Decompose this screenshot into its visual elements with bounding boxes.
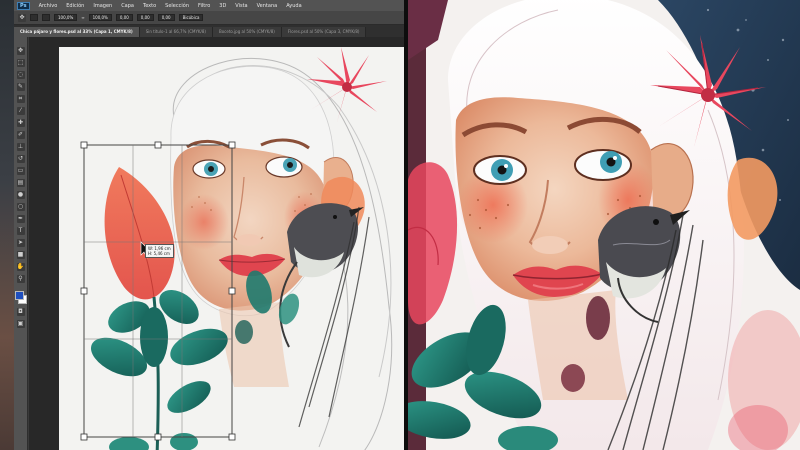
vertical-skew-field[interactable]: 0,00: [157, 14, 175, 21]
tab-flores[interactable]: Flores.psd al 50% (Capa 3, CMYK/8): [281, 27, 367, 37]
width-field[interactable]: 100,0%: [54, 14, 78, 21]
brush-tool-icon[interactable]: ✐: [16, 131, 25, 139]
angle-field[interactable]: 0,00: [115, 14, 133, 21]
zoom-tool-icon[interactable]: ⚲: [16, 275, 25, 283]
horizontal-skew-field[interactable]: 0,00: [136, 14, 154, 21]
photoshop-window: Ps Archivo Edición Imagen Capa Texto Sel…: [0, 0, 404, 450]
move-tool-preset-icon[interactable]: ✥: [18, 13, 26, 22]
options-bar: ✥ 100,0% ∞ 100,0% 0,00 0,00 0,00 Bicúbic…: [14, 11, 404, 25]
tools-panel: ✥ ⬚ ◌ ✎ ⌗ ⁄ ✚ ✐ ⊥ ↺ ▭ ▤ ● ○ ✒ T ➤ ■ ✋ ⚲ …: [14, 37, 28, 450]
x-field[interactable]: [30, 14, 38, 21]
move-tool-icon[interactable]: ✥: [16, 47, 25, 55]
menu-bar: Ps Archivo Edición Imagen Capa Texto Sel…: [14, 0, 404, 11]
tab-boceto[interactable]: Boceto.jpg al 50% (CMYK/8): [212, 27, 282, 37]
link-icon[interactable]: ∞: [81, 15, 84, 20]
document-tabs: Chica pájaro y flores.psd al 33% (Capa 1…: [14, 25, 404, 37]
illustration-artwork: [408, 0, 800, 450]
history-brush-tool-icon[interactable]: ↺: [16, 155, 25, 163]
shape-tool-icon[interactable]: ■: [16, 251, 25, 259]
tooltip-height: H: 5,46 cm: [148, 251, 170, 256]
photoshop-logo-icon: Ps: [17, 1, 30, 10]
eyedropper-tool-icon[interactable]: ⁄: [16, 107, 25, 115]
dodge-tool-icon[interactable]: ○: [16, 203, 25, 211]
path-select-tool-icon[interactable]: ➤: [16, 239, 25, 247]
menu-item-ventana[interactable]: Ventana: [257, 3, 278, 9]
marquee-tool-icon[interactable]: ⬚: [16, 59, 25, 67]
type-tool-icon[interactable]: T: [16, 227, 25, 235]
quick-select-tool-icon[interactable]: ✎: [16, 83, 25, 91]
transform-size-tooltip: W: 1,96 cm H: 5,46 cm: [145, 244, 174, 258]
menu-item-edicion[interactable]: Edición: [66, 3, 84, 9]
menu-item-vista[interactable]: Vista: [235, 3, 247, 9]
menu-item-archivo[interactable]: Archivo: [39, 3, 58, 9]
hand-tool-icon[interactable]: ✋: [16, 263, 25, 271]
foreground-color-swatch[interactable]: [14, 291, 24, 300]
blur-tool-icon[interactable]: ●: [16, 191, 25, 199]
healing-brush-tool-icon[interactable]: ✚: [16, 119, 25, 127]
illustration-closeup: [408, 0, 800, 450]
gradient-tool-icon[interactable]: ▤: [16, 179, 25, 187]
artwork-canvas[interactable]: [59, 47, 404, 450]
y-field[interactable]: [42, 14, 50, 21]
menu-item-filtro[interactable]: Filtro: [198, 3, 210, 9]
screen-mode-icon[interactable]: ▣: [16, 320, 25, 328]
menu-item-capa[interactable]: Capa: [121, 3, 134, 9]
eraser-tool-icon[interactable]: ▭: [16, 167, 25, 175]
pen-tool-icon[interactable]: ✒: [16, 215, 25, 223]
quick-mask-icon[interactable]: ◘: [16, 308, 25, 316]
lasso-tool-icon[interactable]: ◌: [16, 71, 25, 79]
crop-tool-icon[interactable]: ⌗: [16, 95, 25, 103]
clone-stamp-tool-icon[interactable]: ⊥: [16, 143, 25, 151]
height-field[interactable]: 100,0%: [88, 14, 112, 21]
menu-item-ayuda[interactable]: Ayuda: [286, 3, 301, 9]
menu-item-texto[interactable]: Texto: [143, 3, 156, 9]
tab-chica-pajaro[interactable]: Chica pájaro y flores.psd al 33% (Capa 1…: [14, 27, 140, 37]
desk-background: [0, 0, 14, 450]
canvas-area[interactable]: W: 1,96 cm H: 5,46 cm: [29, 37, 404, 450]
menu-item-seleccion[interactable]: Selección: [165, 3, 189, 9]
menu-item-imagen[interactable]: Imagen: [93, 3, 112, 9]
color-swatches[interactable]: [14, 291, 27, 304]
tab-sin-titulo[interactable]: Sin título-1 al 66,7% (CMYK/8): [139, 27, 213, 37]
menu-item-3d[interactable]: 3D: [219, 3, 226, 9]
interpolation-select[interactable]: Bicúbica: [178, 14, 204, 21]
